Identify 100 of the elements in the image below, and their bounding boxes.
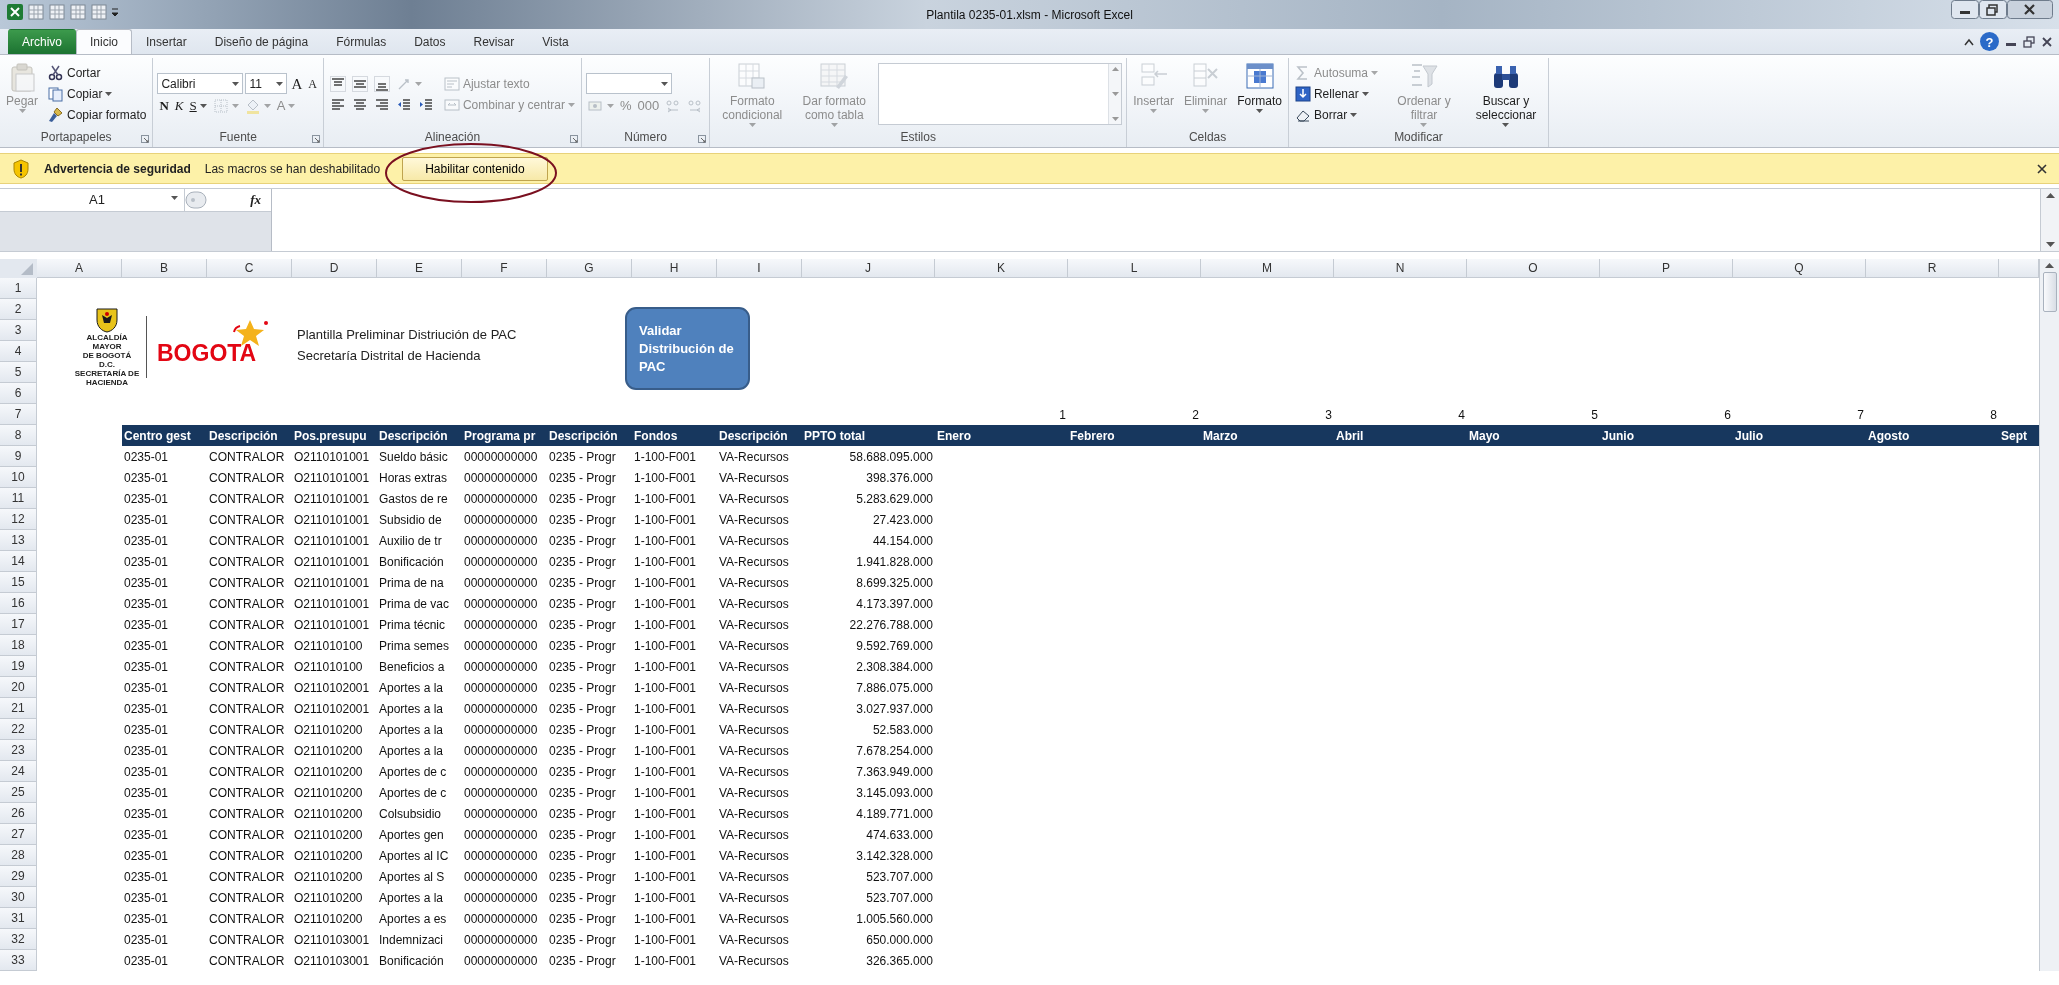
- row-header[interactable]: 17: [0, 614, 37, 635]
- row-header[interactable]: 4: [0, 341, 37, 362]
- row-header[interactable]: 22: [0, 719, 37, 740]
- vertical-scrollbar[interactable]: [2039, 259, 2059, 971]
- row-header[interactable]: 7: [0, 404, 37, 425]
- column-header[interactable]: H: [632, 259, 717, 278]
- ribbon-tab[interactable]: Revisar: [459, 29, 529, 54]
- column-header[interactable]: I: [717, 259, 802, 278]
- format-button[interactable]: N: [157, 97, 171, 115]
- row-header[interactable]: 27: [0, 824, 37, 845]
- row-header[interactable]: 8: [0, 425, 37, 446]
- close-icon[interactable]: [2037, 163, 2047, 174]
- format-button[interactable]: A: [306, 74, 319, 93]
- scroll-arrow-icon[interactable]: [1111, 117, 1119, 121]
- macro-button[interactable]: Validar Distribución de PAC: [625, 307, 750, 390]
- collapse-ribbon-icon[interactable]: [1964, 37, 1974, 46]
- row-header[interactable]: 32: [0, 929, 37, 950]
- ribbon-button[interactable]: Formato: [1235, 60, 1284, 128]
- dialog-launcher-icon[interactable]: [569, 135, 578, 143]
- column-header[interactable]: B: [122, 259, 207, 278]
- column-header[interactable]: O: [1467, 259, 1600, 278]
- ribbon-button[interactable]: Copiar formato: [46, 106, 149, 124]
- restore-button[interactable]: [1979, 0, 2007, 19]
- column-header[interactable]: C: [207, 259, 292, 278]
- column-header[interactable]: D: [292, 259, 377, 278]
- column-header[interactable]: F: [462, 259, 547, 278]
- ribbon-tab[interactable]: Vista: [528, 29, 583, 54]
- name-box[interactable]: A1: [10, 189, 185, 211]
- dropdown-field[interactable]: [585, 73, 672, 94]
- row-header[interactable]: 2: [0, 299, 37, 320]
- ribbon-button[interactable]: Copiar: [46, 85, 115, 103]
- row-header[interactable]: 13: [0, 530, 37, 551]
- row-header[interactable]: 6: [0, 383, 37, 404]
- row-header[interactable]: 9: [0, 446, 37, 467]
- dialog-launcher-icon[interactable]: [698, 135, 707, 143]
- row-header[interactable]: 1: [0, 278, 37, 299]
- row-header[interactable]: 19: [0, 656, 37, 677]
- scroll-up-icon[interactable]: [2045, 193, 2055, 198]
- format-button[interactable]: S: [187, 97, 209, 115]
- row-header[interactable]: 10: [0, 467, 37, 488]
- row-header[interactable]: 23: [0, 740, 37, 761]
- enable-content-button[interactable]: Habilitar contenido: [402, 156, 548, 181]
- row-header[interactable]: 29: [0, 866, 37, 887]
- column-header[interactable]: N: [1334, 259, 1467, 278]
- insert-function-button[interactable]: fx: [250, 190, 261, 210]
- row-header[interactable]: 3: [0, 320, 37, 341]
- column-header[interactable]: P: [1600, 259, 1733, 278]
- customize-menu-icon[interactable]: [111, 5, 119, 19]
- toolbar-button[interactable]: [327, 74, 348, 93]
- scrollbar-thumb[interactable]: [2042, 272, 2057, 312]
- row-header[interactable]: 12: [0, 509, 37, 530]
- row-header[interactable]: 28: [0, 845, 37, 866]
- scroll-arrow-icon[interactable]: [1111, 67, 1119, 71]
- dropdown-field[interactable]: Calibri: [157, 73, 244, 94]
- row-header[interactable]: 14: [0, 551, 37, 572]
- ribbon-button[interactable]: Rellenar: [1292, 85, 1371, 103]
- row-header[interactable]: 26: [0, 803, 37, 824]
- ribbon-button[interactable]: Borrar: [1292, 106, 1360, 124]
- ribbon-tab[interactable]: Insertar: [132, 29, 201, 54]
- row-header[interactable]: 11: [0, 488, 37, 509]
- row-header[interactable]: 31: [0, 908, 37, 929]
- close-button[interactable]: [2007, 0, 2053, 19]
- row-header[interactable]: 25: [0, 782, 37, 803]
- scroll-down-icon[interactable]: [2045, 242, 2055, 247]
- excel-icon[interactable]: [6, 3, 24, 21]
- column-header[interactable]: J: [802, 259, 935, 278]
- sheet-icon[interactable]: [69, 3, 87, 21]
- row-header[interactable]: 18: [0, 635, 37, 656]
- dropdown-field[interactable]: 11: [245, 73, 288, 94]
- ribbon-button[interactable]: Cortar: [46, 64, 103, 82]
- ribbon-tab[interactable]: Inicio: [76, 29, 133, 54]
- row-header[interactable]: 20: [0, 677, 37, 698]
- dialog-launcher-icon[interactable]: [141, 135, 150, 143]
- column-header[interactable]: L: [1068, 259, 1201, 278]
- row-header[interactable]: 33: [0, 950, 37, 971]
- ribbon-tab[interactable]: Fórmulas: [322, 29, 401, 54]
- column-header[interactable]: M: [1201, 259, 1334, 278]
- column-header[interactable]: G: [547, 259, 632, 278]
- column-header[interactable]: R: [1866, 259, 1999, 278]
- dialog-launcher-icon[interactable]: [311, 135, 320, 143]
- row-header[interactable]: 16: [0, 593, 37, 614]
- toolbar-button[interactable]: [349, 74, 370, 93]
- restore-icon[interactable]: [2023, 35, 2035, 48]
- column-header[interactable]: A: [37, 259, 122, 278]
- splitter-handle-icon[interactable]: [185, 191, 207, 209]
- ribbon-tab[interactable]: Datos: [400, 29, 460, 54]
- help-button[interactable]: ?: [1980, 32, 1999, 51]
- column-header[interactable]: E: [377, 259, 462, 278]
- scroll-arrow-icon[interactable]: [1111, 92, 1119, 96]
- row-header[interactable]: 5: [0, 362, 37, 383]
- column-header[interactable]: Q: [1733, 259, 1866, 278]
- row-header[interactable]: 30: [0, 887, 37, 908]
- ribbon-button[interactable]: Buscar y seleccionar: [1468, 60, 1544, 128]
- scroll-up-icon[interactable]: [2045, 263, 2054, 268]
- minimize-button[interactable]: [1951, 0, 1979, 19]
- format-button[interactable]: A: [289, 74, 305, 93]
- column-header[interactable]: K: [935, 259, 1068, 278]
- row-header[interactable]: 15: [0, 572, 37, 593]
- row-header[interactable]: 24: [0, 761, 37, 782]
- toolbar-button[interactable]: [371, 74, 392, 93]
